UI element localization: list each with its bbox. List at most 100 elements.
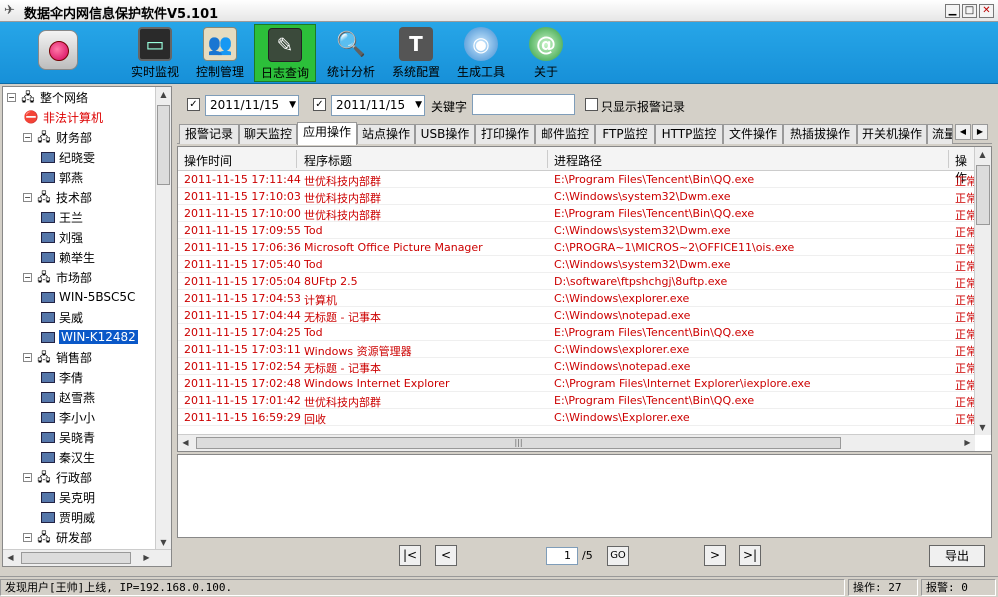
collapse-icon[interactable]: − xyxy=(23,272,32,282)
table-row[interactable]: 2011-11-15 17:01:42 世优科技内部群 E:\Program Fil… xyxy=(178,392,975,409)
page-number-input[interactable]: 1 xyxy=(546,547,578,565)
table-row[interactable]: 2011-11-15 17:06:36 Microsoft Office Pict… xyxy=(178,239,975,256)
tab-chat-monitor[interactable]: 聊天监控 xyxy=(239,124,297,144)
table-row[interactable]: 2011-11-15 17:11:44 世优科技内部群 E:\Program Fil… xyxy=(178,171,975,188)
toolbar-log-query[interactable]: ✎ 日志查询 xyxy=(254,24,316,82)
toolbar-about[interactable]: @ 关于 xyxy=(515,24,577,82)
tree-computer-node[interactable]: 赵雪燕 xyxy=(41,387,95,407)
tab-app-operations[interactable]: 应用操作 xyxy=(297,122,357,145)
scroll-right-icon[interactable]: ▶ xyxy=(960,435,975,450)
column-header-title[interactable]: 程序标题 xyxy=(304,152,352,169)
tab-mail-monitor[interactable]: 邮件监控 xyxy=(535,124,595,144)
tree-department-node[interactable]: − 🖧 行政部 xyxy=(23,467,92,487)
toolbar-realtime-monitor[interactable]: ▭ 实时监视 xyxy=(124,24,186,82)
tree-department-node[interactable]: − 🖧 市场部 xyxy=(23,267,92,287)
first-page-button[interactable]: |< xyxy=(399,545,421,566)
tree-computer-node[interactable]: 李倩 xyxy=(41,367,83,387)
close-button[interactable]: ✕ xyxy=(979,4,994,18)
table-hscroll-thumb[interactable]: ||| xyxy=(196,437,841,449)
tree-hscroll-thumb[interactable] xyxy=(21,552,131,564)
tab-usb-operations[interactable]: USB操作 xyxy=(415,124,475,144)
tree-department-node[interactable]: − 🖧 销售部 xyxy=(23,347,92,367)
export-button[interactable]: 导出 xyxy=(929,545,985,567)
tree-computer-node[interactable]: WIN-5BSC5C xyxy=(41,287,135,307)
minimize-button[interactable]: ▁ xyxy=(945,4,960,18)
tab-site-operations[interactable]: 站点操作 xyxy=(357,124,415,144)
collapse-icon[interactable]: − xyxy=(23,532,32,542)
tab-hotplug-operations[interactable]: 热插拔操作 xyxy=(783,124,857,144)
prev-page-button[interactable]: < xyxy=(435,545,457,566)
toolbar-generate-tool[interactable]: ◉ 生成工具 xyxy=(450,24,512,82)
tab-scroll-right-icon[interactable]: ▶ xyxy=(972,124,988,140)
table-scroll-thumb[interactable] xyxy=(976,165,990,225)
next-page-button[interactable]: > xyxy=(704,545,726,566)
date-to-checkbox[interactable]: ✓ xyxy=(313,98,326,111)
scroll-up-icon[interactable]: ▲ xyxy=(156,87,171,102)
toolbar-statistics[interactable]: 🔍 统计分析 xyxy=(320,24,382,82)
column-header-time[interactable]: 操作时间 xyxy=(184,152,232,169)
dropdown-icon[interactable]: ▼ xyxy=(289,96,296,115)
tab-scroll-left-icon[interactable]: ◀ xyxy=(955,124,971,140)
date-to-picker[interactable]: 2011/11/15 ▼ xyxy=(331,95,425,116)
scroll-down-icon[interactable]: ▼ xyxy=(975,420,990,435)
tab-http-monitor[interactable]: HTTP监控 xyxy=(655,124,723,144)
table-row[interactable]: 2011-11-15 17:04:25 Tod E:\Program Files\T… xyxy=(178,324,975,341)
tree-computer-node[interactable]: 李小小 xyxy=(41,407,95,427)
keyword-input[interactable] xyxy=(472,94,575,115)
toolbar-control-management[interactable]: 👥 控制管理 xyxy=(189,24,251,82)
tree-department-node[interactable]: − 🖧 研发部 xyxy=(23,527,92,547)
collapse-icon[interactable]: − xyxy=(23,472,32,482)
tree-computer-node[interactable]: 吴克明 xyxy=(41,487,95,507)
table-row[interactable]: 2011-11-15 17:10:00 世优科技内部群 E:\Program Fil… xyxy=(178,205,975,222)
table-row[interactable]: 2011-11-15 17:04:44 无标题 - 记事本 C:\Windows\n… xyxy=(178,307,975,324)
tree-computer-node[interactable]: 秦汉生 xyxy=(41,447,95,467)
collapse-icon[interactable]: − xyxy=(23,132,32,142)
table-row[interactable]: 2011-11-15 17:03:11 Windows 资源管理器 C:\Windo… xyxy=(178,341,975,358)
tree-horizontal-scrollbar[interactable]: ◀ ▶ xyxy=(3,549,171,566)
table-row[interactable]: 2011-11-15 17:10:03 世优科技内部群 C:\Windows\sys… xyxy=(178,188,975,205)
tab-file-operations[interactable]: 文件操作 xyxy=(723,124,783,144)
tab-traffic[interactable]: 流量 xyxy=(927,124,953,144)
tree-scroll-thumb[interactable] xyxy=(157,105,170,185)
scroll-left-icon[interactable]: ◀ xyxy=(3,550,18,565)
tree-computer-node[interactable]: 贾明威 xyxy=(41,507,95,527)
collapse-icon[interactable]: − xyxy=(23,192,32,202)
scroll-right-icon[interactable]: ▶ xyxy=(139,550,154,565)
table-horizontal-scrollbar[interactable]: ◀ ||| ▶ xyxy=(178,434,975,451)
table-row[interactable]: 2011-11-15 17:05:40 Tod C:\Windows\system3… xyxy=(178,256,975,273)
tree-department-node[interactable]: − 🖧 技术部 xyxy=(23,187,92,207)
last-page-button[interactable]: >| xyxy=(739,545,761,566)
scroll-up-icon[interactable]: ▲ xyxy=(975,147,990,162)
tab-ftp-monitor[interactable]: FTP监控 xyxy=(595,124,655,144)
table-row[interactable]: 2011-11-15 16:59:29 回收 C:\Windows\Explorer… xyxy=(178,409,975,426)
tree-department-node[interactable]: − 🖧 财务部 xyxy=(23,127,92,147)
tree-computer-node[interactable]: 郭燕 xyxy=(41,167,83,187)
tab-power-operations[interactable]: 开关机操作 xyxy=(857,124,927,144)
tree-computer-node[interactable]: 赖举生 xyxy=(41,247,95,267)
collapse-icon[interactable]: − xyxy=(7,92,16,102)
tree-root[interactable]: − 🖧 整个网络 xyxy=(7,87,88,107)
go-button[interactable]: GO xyxy=(607,546,629,566)
table-row[interactable]: 2011-11-15 17:04:53 计算机 C:\Windows\explore… xyxy=(178,290,975,307)
tree-computer-node[interactable]: 纪晓雯 xyxy=(41,147,95,167)
scroll-left-icon[interactable]: ◀ xyxy=(178,435,193,450)
tree-computer-node[interactable]: 吴晓青 xyxy=(41,427,95,447)
alarm-button[interactable] xyxy=(38,30,78,70)
collapse-icon[interactable]: − xyxy=(23,352,32,362)
tree-computer-node[interactable]: 王兰 xyxy=(41,207,83,227)
toolbar-system-config[interactable]: T 系统配置 xyxy=(385,24,447,82)
dropdown-icon[interactable]: ▼ xyxy=(415,96,422,115)
tab-alarm-records[interactable]: 报警记录 xyxy=(179,124,239,144)
date-from-picker[interactable]: 2011/11/15 ▼ xyxy=(205,95,299,116)
table-vertical-scrollbar[interactable]: ▲ ▼ xyxy=(974,147,991,435)
tab-print-operations[interactable]: 打印操作 xyxy=(475,124,535,144)
maximize-button[interactable]: □ xyxy=(962,4,977,18)
table-row[interactable]: 2011-11-15 17:02:54 无标题 - 记事本 C:\Windows\n… xyxy=(178,358,975,375)
date-from-checkbox[interactable]: ✓ xyxy=(187,98,200,111)
tree-computer-node[interactable]: 刘强 xyxy=(41,227,83,247)
tree-computer-node[interactable]: WIN-K12482 xyxy=(41,327,138,347)
table-row[interactable]: 2011-11-15 17:05:04 8UFtp 2.5 D:\software\… xyxy=(178,273,975,290)
table-row[interactable]: 2011-11-15 17:02:48 Windows Internet Expl… xyxy=(178,375,975,392)
tree-illegal-computers-node[interactable]: ⛔ 非法计算机 xyxy=(23,107,104,127)
table-row[interactable]: 2011-11-15 17:09:55 Tod C:\Windows\system3… xyxy=(178,222,975,239)
